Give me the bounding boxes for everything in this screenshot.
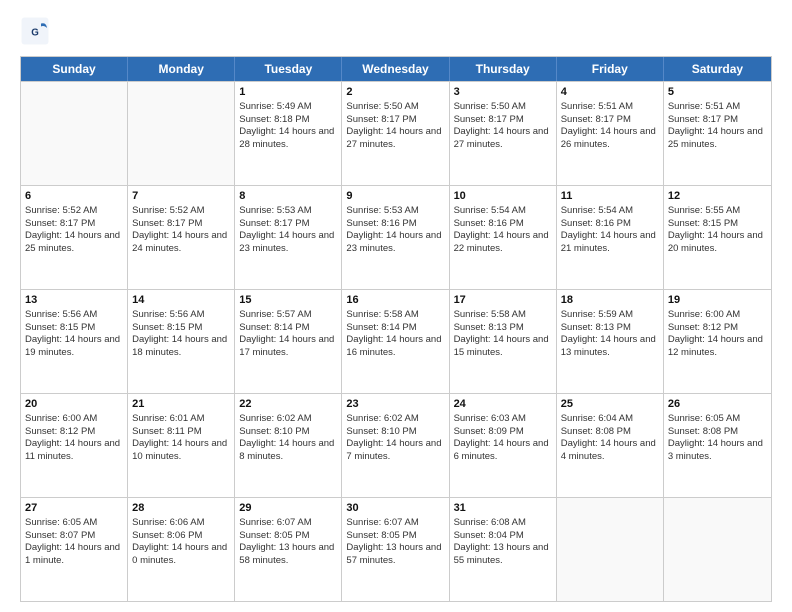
day-cell-3: 3Sunrise: 5:50 AMSunset: 8:17 PMDaylight… [450,82,557,185]
day-cell-10: 10Sunrise: 5:54 AMSunset: 8:16 PMDayligh… [450,186,557,289]
header-day-sunday: Sunday [21,57,128,81]
day-cell-11: 11Sunrise: 5:54 AMSunset: 8:16 PMDayligh… [557,186,664,289]
calendar-header: SundayMondayTuesdayWednesdayThursdayFrid… [21,57,771,81]
day-cell-5: 5Sunrise: 5:51 AMSunset: 8:17 PMDaylight… [664,82,771,185]
header-day-friday: Friday [557,57,664,81]
day-number: 28 [132,501,230,516]
header-day-tuesday: Tuesday [235,57,342,81]
day-cell-24: 24Sunrise: 6:03 AMSunset: 8:09 PMDayligh… [450,394,557,497]
day-cell-29: 29Sunrise: 6:07 AMSunset: 8:05 PMDayligh… [235,498,342,601]
day-number: 18 [561,293,659,308]
day-number: 31 [454,501,552,516]
day-number: 9 [346,189,444,204]
day-cell-19: 19Sunrise: 6:00 AMSunset: 8:12 PMDayligh… [664,290,771,393]
calendar-row-5: 27Sunrise: 6:05 AMSunset: 8:07 PMDayligh… [21,497,771,601]
calendar-row-3: 13Sunrise: 5:56 AMSunset: 8:15 PMDayligh… [21,289,771,393]
day-cell-21: 21Sunrise: 6:01 AMSunset: 8:11 PMDayligh… [128,394,235,497]
day-cell-26: 26Sunrise: 6:05 AMSunset: 8:08 PMDayligh… [664,394,771,497]
day-cell-9: 9Sunrise: 5:53 AMSunset: 8:16 PMDaylight… [342,186,449,289]
day-number: 4 [561,85,659,100]
day-cell-28: 28Sunrise: 6:06 AMSunset: 8:06 PMDayligh… [128,498,235,601]
day-number: 24 [454,397,552,412]
day-cell-15: 15Sunrise: 5:57 AMSunset: 8:14 PMDayligh… [235,290,342,393]
day-number: 15 [239,293,337,308]
day-number: 30 [346,501,444,516]
day-number: 25 [561,397,659,412]
day-cell-2: 2Sunrise: 5:50 AMSunset: 8:17 PMDaylight… [342,82,449,185]
calendar-body: 1Sunrise: 5:49 AMSunset: 8:18 PMDaylight… [21,81,771,601]
day-number: 27 [25,501,123,516]
header-day-thursday: Thursday [450,57,557,81]
day-number: 19 [668,293,767,308]
empty-cell [128,82,235,185]
day-cell-14: 14Sunrise: 5:56 AMSunset: 8:15 PMDayligh… [128,290,235,393]
day-number: 7 [132,189,230,204]
day-number: 22 [239,397,337,412]
header: G [20,16,772,46]
logo: G [20,16,54,46]
day-cell-30: 30Sunrise: 6:07 AMSunset: 8:05 PMDayligh… [342,498,449,601]
day-cell-16: 16Sunrise: 5:58 AMSunset: 8:14 PMDayligh… [342,290,449,393]
day-cell-8: 8Sunrise: 5:53 AMSunset: 8:17 PMDaylight… [235,186,342,289]
day-number: 8 [239,189,337,204]
day-number: 16 [346,293,444,308]
day-cell-13: 13Sunrise: 5:56 AMSunset: 8:15 PMDayligh… [21,290,128,393]
header-day-monday: Monday [128,57,235,81]
empty-cell [557,498,664,601]
day-cell-25: 25Sunrise: 6:04 AMSunset: 8:08 PMDayligh… [557,394,664,497]
svg-text:G: G [31,28,39,39]
day-number: 29 [239,501,337,516]
day-number: 12 [668,189,767,204]
day-cell-27: 27Sunrise: 6:05 AMSunset: 8:07 PMDayligh… [21,498,128,601]
day-cell-7: 7Sunrise: 5:52 AMSunset: 8:17 PMDaylight… [128,186,235,289]
day-number: 14 [132,293,230,308]
calendar-row-4: 20Sunrise: 6:00 AMSunset: 8:12 PMDayligh… [21,393,771,497]
day-cell-31: 31Sunrise: 6:08 AMSunset: 8:04 PMDayligh… [450,498,557,601]
header-day-wednesday: Wednesday [342,57,449,81]
day-number: 10 [454,189,552,204]
day-number: 26 [668,397,767,412]
calendar-row-2: 6Sunrise: 5:52 AMSunset: 8:17 PMDaylight… [21,185,771,289]
day-number: 2 [346,85,444,100]
day-cell-1: 1Sunrise: 5:49 AMSunset: 8:18 PMDaylight… [235,82,342,185]
day-number: 11 [561,189,659,204]
calendar: SundayMondayTuesdayWednesdayThursdayFrid… [20,56,772,602]
day-cell-23: 23Sunrise: 6:02 AMSunset: 8:10 PMDayligh… [342,394,449,497]
header-day-saturday: Saturday [664,57,771,81]
day-number: 17 [454,293,552,308]
day-number: 6 [25,189,123,204]
day-cell-18: 18Sunrise: 5:59 AMSunset: 8:13 PMDayligh… [557,290,664,393]
day-cell-22: 22Sunrise: 6:02 AMSunset: 8:10 PMDayligh… [235,394,342,497]
calendar-row-1: 1Sunrise: 5:49 AMSunset: 8:18 PMDaylight… [21,81,771,185]
page: G SundayMondayTuesdayWednesdayThursdayFr… [0,0,792,612]
day-number: 5 [668,85,767,100]
day-number: 21 [132,397,230,412]
day-number: 1 [239,85,337,100]
day-cell-4: 4Sunrise: 5:51 AMSunset: 8:17 PMDaylight… [557,82,664,185]
empty-cell [21,82,128,185]
day-number: 3 [454,85,552,100]
day-cell-20: 20Sunrise: 6:00 AMSunset: 8:12 PMDayligh… [21,394,128,497]
day-cell-12: 12Sunrise: 5:55 AMSunset: 8:15 PMDayligh… [664,186,771,289]
day-number: 23 [346,397,444,412]
empty-cell [664,498,771,601]
day-cell-17: 17Sunrise: 5:58 AMSunset: 8:13 PMDayligh… [450,290,557,393]
day-cell-6: 6Sunrise: 5:52 AMSunset: 8:17 PMDaylight… [21,186,128,289]
day-number: 13 [25,293,123,308]
day-number: 20 [25,397,123,412]
logo-icon: G [20,16,50,46]
